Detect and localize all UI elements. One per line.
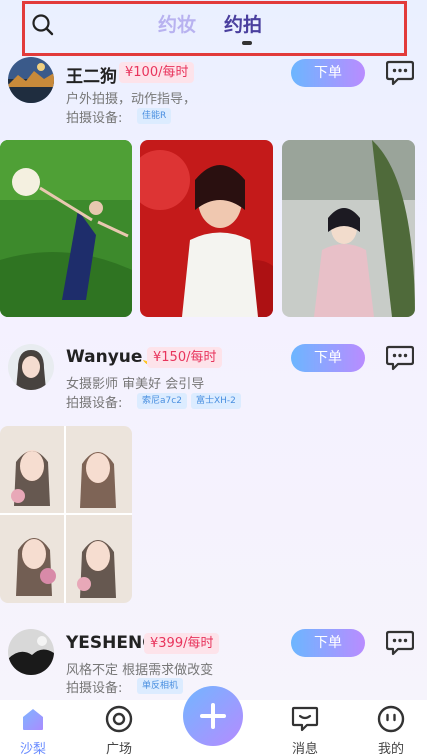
search-icon[interactable] bbox=[30, 12, 56, 38]
photographer-name: 王二狗 bbox=[66, 67, 117, 87]
plus-icon bbox=[200, 703, 226, 729]
nav-item-messages[interactable]: 消息 bbox=[275, 700, 335, 756]
nav-label: 消息 bbox=[291, 742, 318, 756]
avatar[interactable] bbox=[8, 344, 54, 390]
chat-icon[interactable] bbox=[386, 60, 414, 86]
header-highlight-box bbox=[22, 1, 407, 56]
price-badge: ¥150/每时 bbox=[147, 347, 223, 368]
chat-icon[interactable] bbox=[386, 630, 414, 656]
photographer-description: 户外拍摄，动作指导， bbox=[66, 92, 197, 107]
price-badge: ¥399/每时 bbox=[144, 633, 220, 654]
tab-photoshoot[interactable]: 约拍 bbox=[224, 10, 262, 37]
equipment-tag: 佳能R bbox=[137, 108, 172, 124]
create-post-button[interactable] bbox=[183, 686, 243, 746]
equipment-label: 拍摄设备: bbox=[66, 111, 123, 126]
nav-label: 广场 bbox=[105, 742, 132, 756]
avatar[interactable] bbox=[8, 629, 54, 675]
bottom-navigation: 沙梨 广场 消息 我的 bbox=[0, 686, 427, 756]
order-button[interactable]: 下单 bbox=[291, 344, 365, 372]
portfolio-photo[interactable] bbox=[0, 140, 132, 317]
chat-icon[interactable] bbox=[386, 345, 414, 371]
order-button[interactable]: 下单 bbox=[291, 59, 365, 87]
equipment-tag: 单反相机 bbox=[137, 678, 184, 694]
portfolio-photo[interactable] bbox=[0, 426, 132, 603]
photographer-description: 风格不定 根据需求做改变 bbox=[66, 663, 214, 678]
tab-makeup[interactable]: 约妆 bbox=[158, 10, 196, 37]
equipment-label: 拍摄设备: bbox=[66, 681, 123, 696]
nav-item-square[interactable]: 广场 bbox=[89, 700, 149, 756]
nav-label: 沙梨 bbox=[19, 742, 46, 756]
price-badge: ¥100/每时 bbox=[119, 62, 195, 83]
equipment-label: 拍摄设备: bbox=[66, 396, 123, 411]
face-icon bbox=[377, 705, 405, 733]
home-icon bbox=[23, 709, 43, 730]
photographer-description: 女摄影师 审美好 会引导 bbox=[66, 377, 205, 392]
nav-label: 我的 bbox=[377, 742, 404, 756]
active-tab-indicator bbox=[242, 41, 252, 45]
photographer-name: YESHENG bbox=[66, 633, 157, 653]
order-button[interactable]: 下单 bbox=[291, 629, 365, 657]
message-icon bbox=[291, 706, 319, 732]
top-header: 约妆 约拍 bbox=[0, 0, 427, 58]
equipment-tag: 富士XH-2 bbox=[191, 393, 241, 409]
target-icon bbox=[105, 705, 133, 733]
avatar[interactable] bbox=[8, 57, 54, 103]
portfolio-photo[interactable] bbox=[140, 140, 273, 317]
nav-item-home[interactable]: 沙梨 bbox=[3, 700, 63, 756]
nav-item-profile[interactable]: 我的 bbox=[361, 700, 421, 756]
portfolio-photo[interactable] bbox=[282, 140, 415, 317]
equipment-tag: 索尼a7c2 bbox=[137, 393, 187, 409]
